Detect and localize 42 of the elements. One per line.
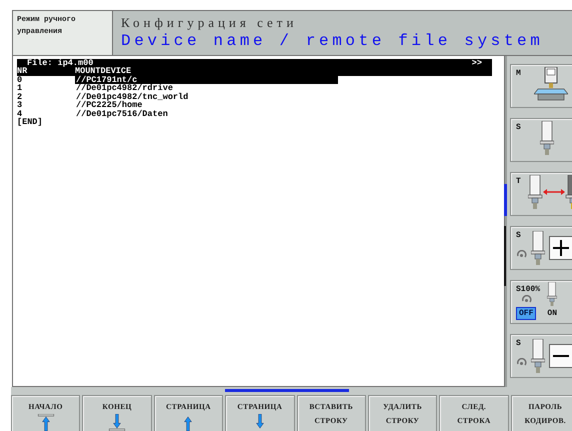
device-cell[interactable]: //De01pc4982/tnc_world <box>75 92 338 101</box>
softkey-label: S100% <box>516 285 540 294</box>
side-softkey[interactable]: S <box>510 334 572 378</box>
spindle-icon <box>531 231 545 265</box>
softkey-label: S <box>516 339 521 348</box>
row-number: 3 <box>17 101 24 110</box>
tool-change-icon <box>528 174 572 208</box>
machine-table-icon <box>534 66 568 100</box>
side-softkey[interactable]: T <box>510 172 572 216</box>
row-number: 1 <box>17 84 24 92</box>
spindle-icon <box>531 339 545 373</box>
window-title: Конфигурация сети <box>121 14 298 31</box>
side-softkey[interactable]: S100% OFF ON <box>510 280 572 324</box>
row-number: 2 <box>17 92 24 101</box>
end-marker: [END] <box>17 118 44 126</box>
toggle-option[interactable]: OFF <box>516 307 536 320</box>
column-header: NR <box>17 67 28 76</box>
softkey-label: S <box>516 231 521 240</box>
side-softkey[interactable]: S <box>510 226 572 270</box>
window-subtitle: Device name / remote file system <box>121 31 544 51</box>
device-cell[interactable]: //PC2225/home <box>75 101 338 110</box>
minus-icon <box>549 344 572 368</box>
column-header: MOUNTDEVICE <box>75 67 132 76</box>
row-number: 0 <box>17 76 24 84</box>
side-softkey[interactable]: S <box>510 118 572 162</box>
up-arrow-icon <box>36 414 56 431</box>
scroll-indicator <box>504 184 507 216</box>
softkey-label: S <box>516 123 521 132</box>
row-number: 4 <box>17 110 22 118</box>
scroll-indicator <box>504 226 506 286</box>
side-softkey[interactable]: M <box>510 64 572 108</box>
softkey-label: M <box>516 69 521 78</box>
plus-icon <box>549 236 572 260</box>
device-cell[interactable]: //De01pc7516/Daten <box>75 110 338 118</box>
more-indicator: >> <box>472 59 482 67</box>
file-name: File: ip4.m00 <box>27 59 94 67</box>
spindle-icon <box>540 120 554 154</box>
down-arrow-icon <box>107 414 128 431</box>
spindle-icon <box>547 282 558 306</box>
device-cell[interactable]: //De01pc4982/rdrive <box>75 84 338 92</box>
toggle-option[interactable]: ON <box>544 307 560 320</box>
softkey-label: T <box>516 177 521 186</box>
